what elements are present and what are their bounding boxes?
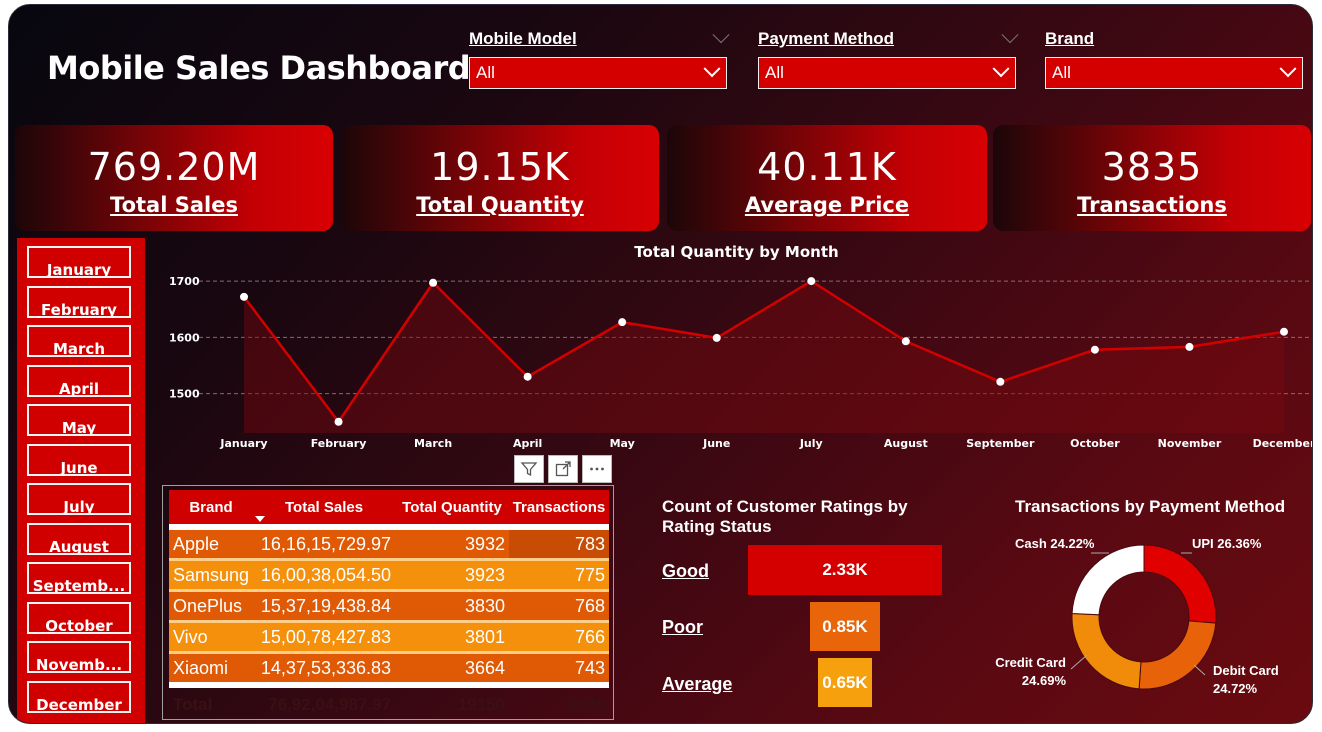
cell-total-quantity: 3830	[395, 592, 509, 620]
table-total-row: Total 76,92,04,987.97 19150 3835	[169, 688, 609, 722]
donut-label-cash: Cash 24.22%	[1015, 536, 1095, 551]
rating-bar-good[interactable]: 2.33K	[748, 545, 942, 595]
cell-total-sales: 15,00,78,427.83	[253, 623, 396, 651]
cell-total-sales: 14,37,53,336.83	[253, 654, 396, 682]
donut-label-credit-card: Credit Card 24.69%	[992, 654, 1066, 690]
data-point[interactable]	[901, 337, 910, 346]
x-tick-label: May	[610, 437, 635, 450]
table-row[interactable]: OnePlus 15,37,19,438.84 3830 768	[169, 592, 609, 620]
cell-brand: Apple	[169, 530, 254, 558]
cell-total-quantity: 3664	[395, 654, 509, 682]
table-row[interactable]: Samsung 16,00,38,054.50 3923 775	[169, 561, 609, 589]
donut-label-credit-card-pct: 24.69%	[1021, 673, 1066, 688]
column-header-transactions[interactable]: Transactions	[508, 490, 609, 524]
cell-brand: Samsung	[169, 561, 254, 589]
cell-brand: Xiaomi	[169, 654, 254, 682]
cell-total-quantity: 3801	[395, 623, 509, 651]
donut-label-upi: UPI 26.36%	[1192, 536, 1262, 551]
donut-label-debit-card: Debit Card 24.72%	[1213, 662, 1279, 698]
sort-descending-icon	[255, 516, 266, 522]
cell-transactions: 743	[508, 654, 609, 682]
filter-icon[interactable]	[514, 455, 544, 483]
rating-label-average: Average	[662, 674, 733, 694]
donut-label-credit-card-name: Credit Card	[995, 655, 1066, 670]
visual-header-toolbar	[514, 455, 612, 483]
cell-transactions: 783	[508, 530, 609, 558]
data-point[interactable]	[618, 318, 627, 327]
leader-line	[1193, 664, 1206, 676]
data-point[interactable]	[712, 333, 721, 342]
cell-brand: Vivo	[169, 623, 254, 651]
x-tick-label: February	[311, 437, 367, 450]
x-tick-label: April	[513, 437, 542, 450]
data-point[interactable]	[240, 292, 248, 301]
brand-sales-table: Brand Total Sales Total Quantity Transac…	[162, 485, 614, 720]
ratings-chart-title: Count of Customer Ratings by Rating Stat…	[662, 497, 908, 536]
data-point[interactable]	[429, 278, 438, 287]
x-tick-label: July	[799, 437, 823, 450]
donut-chart-title: Transactions by Payment Method	[1015, 497, 1286, 516]
total-label: Total	[173, 695, 213, 714]
column-header-total-sales[interactable]: Total Sales	[253, 490, 396, 524]
donut-label-debit-card-pct: 24.72%	[1213, 681, 1258, 696]
data-point[interactable]	[1185, 342, 1194, 351]
column-header-brand[interactable]: Brand	[169, 490, 254, 524]
month-button-july[interactable]: July	[27, 483, 131, 515]
x-tick-label: March	[414, 437, 452, 450]
y-tick-label: 1600	[169, 331, 200, 344]
total-quantity-value: 19150	[457, 695, 505, 714]
cell-transactions: 766	[508, 623, 609, 651]
cell-total-quantity: 3923	[395, 561, 509, 589]
rating-bar-average[interactable]: 0.65K	[817, 658, 873, 707]
month-button-august[interactable]: August	[27, 523, 131, 555]
x-tick-label: October	[1070, 437, 1120, 450]
donut-slice-credit-card[interactable]	[1071, 612, 1142, 690]
x-tick-label: August	[884, 437, 928, 450]
table-row[interactable]: Apple 16,16,15,729.97 3932 783	[169, 530, 609, 558]
cell-total-quantity: 3932	[395, 530, 509, 558]
data-point[interactable]	[1280, 327, 1288, 336]
more-options-icon[interactable]	[582, 455, 612, 483]
table-row[interactable]: Vivo 15,00,78,427.83 3801 766	[169, 623, 609, 651]
x-tick-label: September	[966, 437, 1035, 450]
month-button-december[interactable]: December	[27, 681, 131, 713]
column-header-label: Total Sales	[284, 498, 364, 516]
area-fill	[244, 281, 1284, 433]
y-tick-label: 1500	[169, 388, 200, 401]
rating-label-poor: Poor	[662, 617, 704, 637]
x-tick-label: January	[219, 437, 267, 450]
cell-transactions: 775	[508, 561, 609, 589]
data-point[interactable]	[996, 377, 1005, 386]
total-sales-value: 76,92,04,987.97	[268, 695, 392, 714]
cell-total-sales: 15,37,19,438.84	[253, 592, 396, 620]
cell-total-sales: 16,16,15,729.97	[253, 530, 396, 558]
x-tick-label: June	[702, 437, 730, 450]
x-tick-label: November	[1158, 437, 1222, 450]
month-button-september[interactable]: Septemb...	[27, 562, 131, 594]
data-point[interactable]	[523, 372, 532, 381]
donut-label-debit-card-name: Debit Card	[1213, 663, 1279, 678]
data-point[interactable]	[334, 417, 343, 426]
month-button-november[interactable]: Novemb...	[27, 641, 131, 673]
total-transactions-value: 3835	[567, 695, 605, 714]
data-point[interactable]	[1090, 345, 1099, 354]
cell-total-sales: 16,00,38,054.50	[253, 561, 396, 589]
x-tick-label: December	[1253, 437, 1313, 450]
cell-brand: OnePlus	[169, 592, 254, 620]
cell-transactions: 768	[508, 592, 609, 620]
total-quantity-line-chart: 1500 1600 1700 January February March April May…	[169, 275, 1313, 450]
rating-bar-poor[interactable]: 0.85K	[809, 602, 881, 651]
rating-label-good: Good	[662, 561, 709, 581]
column-header-total-quantity[interactable]: Total Quantity	[395, 490, 509, 524]
focus-mode-icon[interactable]	[548, 455, 578, 483]
data-point[interactable]	[807, 277, 816, 286]
donut-slice-debit-card[interactable]	[1138, 620, 1217, 690]
dashboard-canvas: Mobile Sales Dashboard Mobile Model All …	[8, 4, 1313, 724]
y-tick-label: 1700	[169, 275, 200, 288]
table-row[interactable]: Xiaomi 14,37,53,336.83 3664 743	[169, 654, 609, 682]
donut-slice-upi[interactable]	[1143, 544, 1217, 624]
donut-slice-cash[interactable]	[1071, 544, 1145, 616]
leader-line	[1070, 654, 1088, 670]
month-button-october[interactable]: October	[27, 602, 131, 634]
